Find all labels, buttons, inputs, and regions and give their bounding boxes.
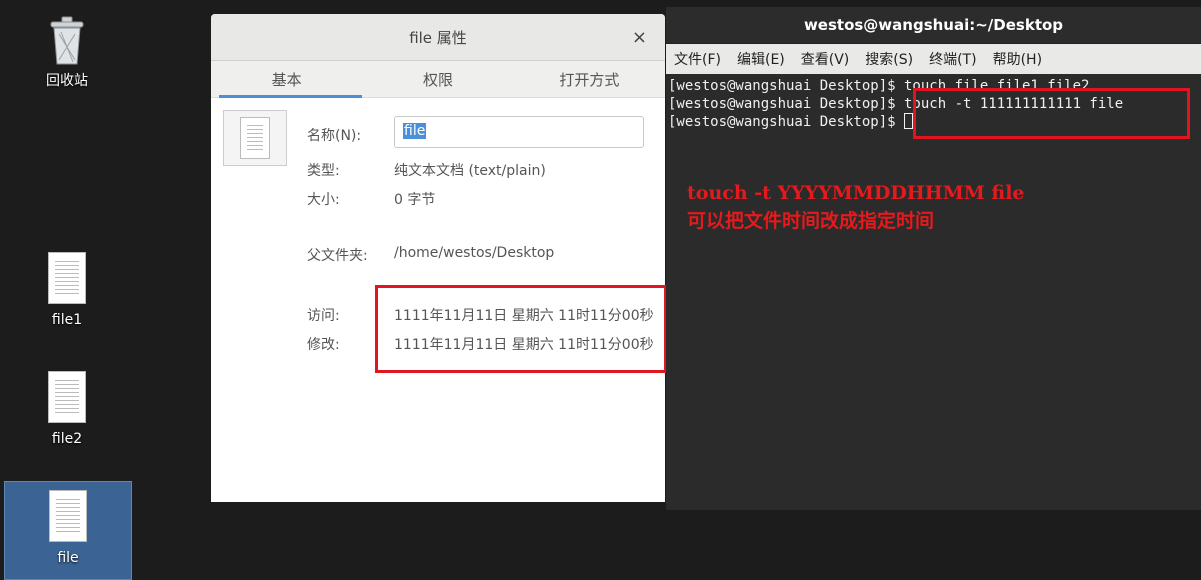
desktop-icon-label: file xyxy=(57,550,79,566)
tab-open-with[interactable]: 打开方式 xyxy=(514,61,665,97)
text-file-icon xyxy=(48,371,86,423)
text-file-icon xyxy=(240,117,270,159)
menu-search[interactable]: 搜索(S) xyxy=(865,49,913,69)
access-time-label: 访问: xyxy=(307,308,340,324)
size-label: 大小: xyxy=(307,192,340,208)
desktop-icon-file1[interactable]: file1 xyxy=(4,252,130,328)
name-label: 名称(N): xyxy=(307,128,362,144)
menu-terminal[interactable]: 终端(T) xyxy=(929,49,976,69)
type-label: 类型: xyxy=(307,163,340,179)
terminal-screen[interactable]: [westos@wangshuai Desktop]$ touch file f… xyxy=(666,74,1201,510)
terminal-cursor xyxy=(904,113,914,129)
parent-folder-label: 父文件夹: xyxy=(307,248,368,264)
name-input[interactable]: file xyxy=(394,116,644,148)
desktop-icon-label: 回收站 xyxy=(46,73,88,89)
desktop-icon-file[interactable]: file xyxy=(4,481,132,580)
close-icon[interactable]: × xyxy=(632,27,647,48)
terminal-menubar: 文件(F) 编辑(E) 查看(V) 搜索(S) 终端(T) 帮助(H) xyxy=(666,44,1201,74)
menu-edit[interactable]: 编辑(E) xyxy=(737,49,785,69)
desktop-icon-label: file2 xyxy=(51,431,83,447)
text-file-icon xyxy=(49,490,87,542)
size-value: 0 字节 xyxy=(394,192,436,208)
annotation-note: touch -t YYYYMMDDHHMM file 可以把文件时间改成指定时间 xyxy=(687,179,1025,235)
parent-folder-value: /home/westos/Desktop xyxy=(394,245,555,261)
text-file-icon xyxy=(48,252,86,304)
terminal-window: westos@wangshuai:~/Desktop 文件(F) 编辑(E) 查… xyxy=(666,7,1201,510)
terminal-title: westos@wangshuai:~/Desktop xyxy=(803,16,1064,34)
desktop-icon-label: file1 xyxy=(51,312,83,328)
tab-permissions[interactable]: 权限 xyxy=(362,61,513,97)
annotation-line2: 可以把文件时间改成指定时间 xyxy=(687,210,935,232)
terminal-prompt: [westos@wangshuai Desktop]$ xyxy=(668,114,905,130)
annotation-line1: touch -t YYYYMMDDHHMM file xyxy=(687,182,1025,204)
desktop-icon-file2[interactable]: file2 xyxy=(4,371,130,447)
menu-file[interactable]: 文件(F) xyxy=(674,49,721,69)
command-highlight-box xyxy=(913,88,1190,139)
menu-view[interactable]: 查看(V) xyxy=(801,49,850,69)
tab-basic[interactable]: 基本 xyxy=(211,61,363,98)
type-value: 纯文本文档 (text/plain) xyxy=(394,163,546,179)
window-title: file 属性 xyxy=(409,28,467,47)
properties-tabs: 基本 权限 打开方式 xyxy=(211,61,665,98)
file-properties-window: file 属性 × 基本 权限 打开方式 名称(N): file 类型: 纯文本… xyxy=(211,14,665,502)
file-thumbnail xyxy=(223,110,287,166)
name-input-value: file xyxy=(403,123,427,139)
modified-time-label: 修改: xyxy=(307,337,340,353)
terminal-line: [westos@wangshuai Desktop]$ xyxy=(668,113,914,131)
timestamp-highlight-box xyxy=(375,285,667,373)
desktop-icon-trash[interactable]: 回收站 xyxy=(4,14,130,90)
menu-help[interactable]: 帮助(H) xyxy=(993,49,1042,69)
trash-icon xyxy=(47,14,87,66)
terminal-titlebar: westos@wangshuai:~/Desktop xyxy=(666,7,1201,44)
properties-titlebar: file 属性 × xyxy=(211,14,665,61)
